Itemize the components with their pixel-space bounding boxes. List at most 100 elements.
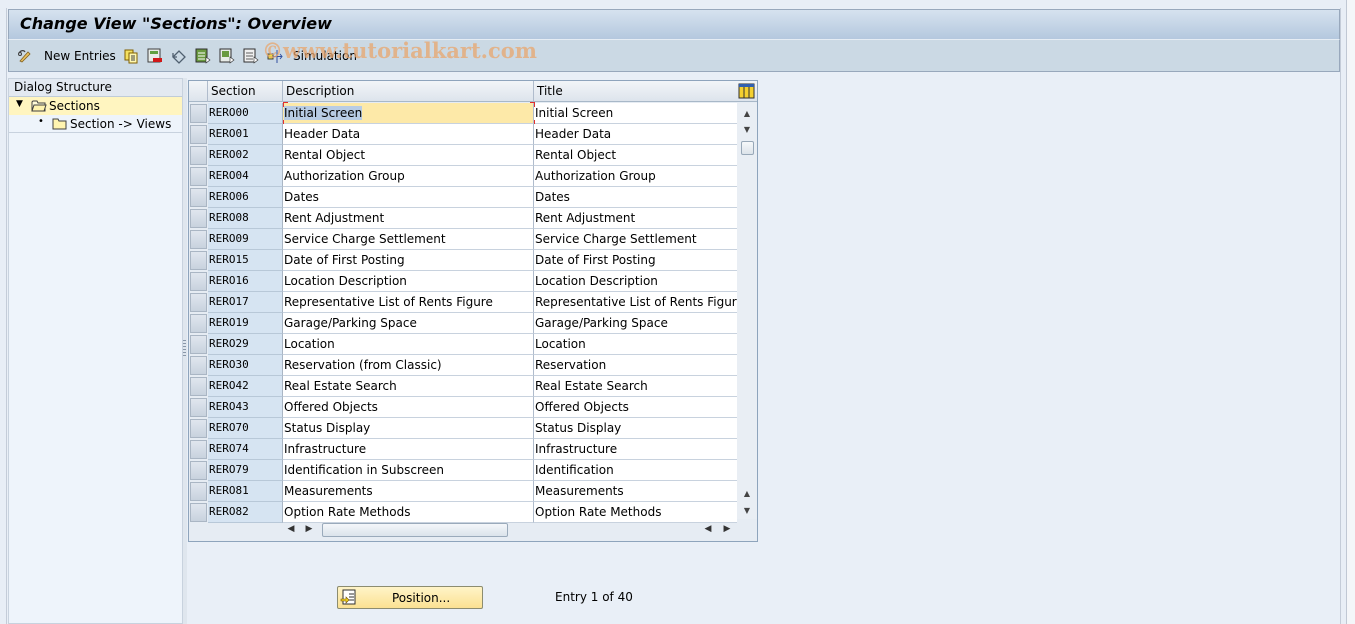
table-row[interactable]: RERO17 Representative List of Rents Figur… — [189, 292, 737, 313]
cell-title[interactable]: Measurements — [534, 481, 737, 502]
cell-description[interactable]: Header Data — [283, 124, 534, 145]
cell-title[interactable]: Date of First Posting — [534, 250, 737, 271]
table-row[interactable]: RERO42 Real Estate Search Real Estate Sear… — [189, 376, 737, 397]
scroll-page-down-button[interactable]: ▼ — [739, 502, 755, 518]
row-selector[interactable] — [190, 188, 207, 207]
cell-description[interactable]: Authorization Group — [283, 166, 534, 187]
column-header-section[interactable]: Section — [208, 81, 283, 102]
cell-description[interactable]: Rental Object — [283, 145, 534, 166]
cell-title[interactable]: Status Display — [534, 418, 737, 439]
table-row[interactable]: RERO09 Service Charge Settlement Service C… — [189, 229, 737, 250]
table-row[interactable]: RERO79 Identification in Subscreen Identif… — [189, 460, 737, 481]
scroll-up-button[interactable]: ▲ — [739, 105, 755, 121]
table-row[interactable]: RERO15 Date of First Posting Date of First… — [189, 250, 737, 271]
expand-triangle-icon[interactable]: ▼ — [16, 99, 23, 109]
cell-title[interactable]: Infrastructure — [534, 439, 737, 460]
table-settings-icon[interactable] — [738, 83, 755, 99]
row-selector[interactable] — [190, 167, 207, 186]
delete-button[interactable] — [147, 47, 163, 65]
cell-title[interactable]: Garage/Parking Space — [534, 313, 737, 334]
row-selector[interactable] — [190, 230, 207, 249]
hscroll-thumb[interactable] — [322, 523, 508, 537]
cell-description[interactable]: Location Description — [283, 271, 534, 292]
cell-description[interactable]: Rent Adjustment — [283, 208, 534, 229]
cell-section[interactable]: RERO06 — [208, 187, 283, 208]
tree-item-section-views[interactable]: • Section -> Views — [9, 115, 182, 133]
scroll-thumb[interactable] — [741, 141, 754, 155]
cell-description[interactable]: Representative List of Rents Figure — [283, 292, 534, 313]
row-selector[interactable] — [190, 146, 207, 165]
select-block-button[interactable] — [219, 47, 235, 65]
row-selector[interactable] — [190, 251, 207, 270]
table-row[interactable]: RERO81 Measurements Measurements — [189, 481, 737, 502]
table-row[interactable]: RERO06 Dates Dates — [189, 187, 737, 208]
cell-section[interactable]: RERO43 — [208, 397, 283, 418]
row-selector[interactable] — [190, 461, 207, 480]
cell-title[interactable]: Initial Screen — [534, 103, 737, 124]
table-row[interactable]: RERO01 Header Data Header Data — [189, 124, 737, 145]
row-selector[interactable] — [190, 335, 207, 354]
cell-description[interactable]: Dates — [283, 187, 534, 208]
row-selector[interactable] — [190, 125, 207, 144]
cell-section[interactable]: RERO42 — [208, 376, 283, 397]
undo-change-button[interactable] — [171, 47, 187, 65]
table-row[interactable]: RERO74 Infrastructure Infrastructure — [189, 439, 737, 460]
cell-section[interactable]: RERO74 — [208, 439, 283, 460]
splitter-grip[interactable] — [183, 340, 186, 356]
cell-section[interactable]: RERO02 — [208, 145, 283, 166]
table-row[interactable]: RERO16 Location Description Location Descr… — [189, 271, 737, 292]
cell-title[interactable]: Dates — [534, 187, 737, 208]
cell-title[interactable]: Option Rate Methods — [534, 502, 737, 523]
column-header-description[interactable]: Description — [283, 81, 534, 102]
cell-title[interactable]: Service Charge Settlement — [534, 229, 737, 250]
cell-description[interactable]: Option Rate Methods — [283, 502, 534, 523]
cell-section[interactable]: RERO08 — [208, 208, 283, 229]
column-header-title[interactable]: Title — [534, 81, 737, 102]
cell-description[interactable]: Measurements — [283, 481, 534, 502]
cell-description[interactable]: Offered Objects — [283, 397, 534, 418]
cell-description[interactable]: Reservation (from Classic) — [283, 355, 534, 376]
row-selector[interactable] — [190, 209, 207, 228]
scroll-left-button-2[interactable]: ◀ — [703, 524, 713, 536]
simulation-button[interactable]: Simulation — [267, 47, 357, 65]
scroll-right-button[interactable]: ▶ — [304, 524, 314, 536]
cell-section[interactable]: RERO01 — [208, 124, 283, 145]
select-all-rows-button[interactable] — [189, 81, 208, 102]
position-button[interactable]: Position... — [337, 586, 483, 609]
row-selector[interactable] — [190, 440, 207, 459]
cell-description[interactable]: Infrastructure — [283, 439, 534, 460]
table-row[interactable]: RERO30 Reservation (from Classic) Reservat… — [189, 355, 737, 376]
cell-description[interactable]: Date of First Posting — [283, 250, 534, 271]
table-row[interactable]: RERO02 Rental Object Rental Object — [189, 145, 737, 166]
cell-description[interactable]: Real Estate Search — [283, 376, 534, 397]
table-row[interactable]: RERO43 Offered Objects Offered Objects — [189, 397, 737, 418]
scroll-down-button[interactable]: ▼ — [739, 121, 755, 137]
scroll-page-up-button[interactable]: ▲ — [739, 485, 755, 501]
vertical-scrollbar[interactable]: ▲ ▼ ▲ ▼ — [737, 103, 757, 519]
tree-item-sections[interactable]: ▼ Sections — [9, 97, 182, 115]
table-row[interactable]: RERO00 Initial Screen Initial Screen — [189, 102, 737, 125]
horizontal-scrollbar[interactable]: ◀ ▶ ◀ ▶ — [189, 521, 757, 539]
cell-section[interactable]: RERO17 — [208, 292, 283, 313]
cell-section[interactable]: RERO09 — [208, 229, 283, 250]
cell-title[interactable]: Identification — [534, 460, 737, 481]
cell-section[interactable]: RERO70 — [208, 418, 283, 439]
table-row[interactable]: RERO04 Authorization Group Authorization G… — [189, 166, 737, 187]
change-display-button[interactable] — [17, 47, 33, 65]
scroll-right-button-2[interactable]: ▶ — [722, 524, 732, 536]
row-selector[interactable] — [190, 104, 207, 123]
select-all-button[interactable] — [195, 47, 211, 65]
row-selector[interactable] — [190, 398, 207, 417]
cell-title[interactable]: Location Description — [534, 271, 737, 292]
copy-as-button[interactable] — [123, 47, 139, 65]
cell-section[interactable]: RERO04 — [208, 166, 283, 187]
cell-section[interactable]: RERO16 — [208, 271, 283, 292]
cell-section[interactable]: RERO00 — [208, 103, 283, 124]
cell-section[interactable]: RERO82 — [208, 502, 283, 523]
row-selector[interactable] — [190, 293, 207, 312]
deselect-all-button[interactable] — [243, 47, 259, 65]
cell-title[interactable]: Real Estate Search — [534, 376, 737, 397]
cell-title[interactable]: Reservation — [534, 355, 737, 376]
cell-section[interactable]: RERO79 — [208, 460, 283, 481]
cell-description[interactable]: Garage/Parking Space — [283, 313, 534, 334]
